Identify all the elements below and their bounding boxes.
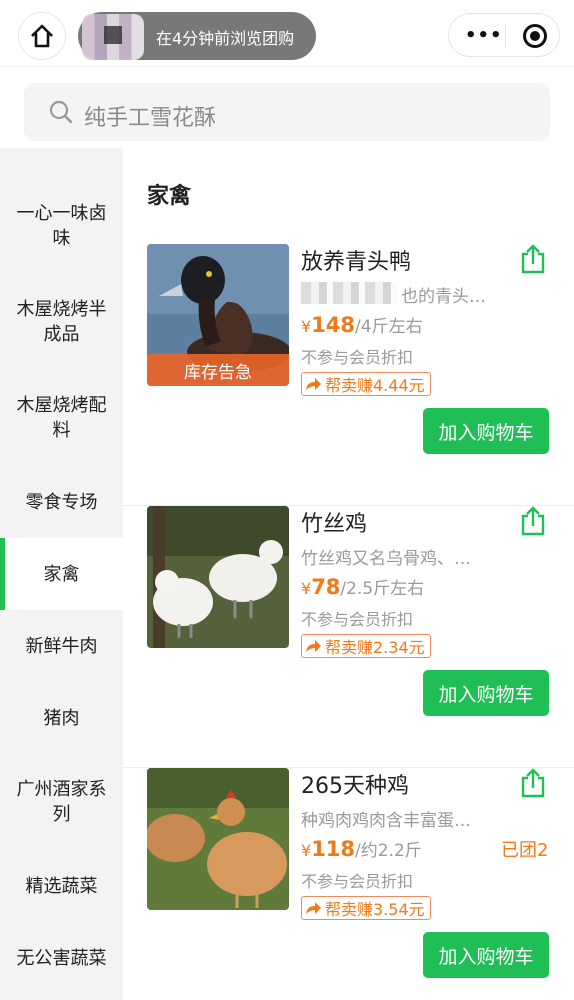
sidebar-item-pork[interactable]: 猪肉 <box>0 682 123 754</box>
sidebar-item-snacks[interactable]: 零食专场 <box>0 466 123 538</box>
mosaic-blur <box>301 282 397 304</box>
share-earn-badge[interactable]: 帮卖赚3.54元 <box>301 896 431 920</box>
search-placeholder: 纯手工雪花酥 <box>84 106 217 131</box>
sidebar-item-vegetables[interactable]: 精选蔬菜 <box>0 850 123 922</box>
product-card[interactable]: 265天种鸡 种鸡肉鸡肉含丰富蛋… ¥118/约2.2斤 已团2 不参与会员折扣… <box>123 768 574 1000</box>
search-icon <box>49 100 73 124</box>
share-arrow-icon <box>306 902 321 914</box>
miniprogram-capsule: ••• <box>448 13 560 57</box>
product-name[interactable]: 竹丝鸡 <box>301 506 367 538</box>
product-name[interactable]: 放养青头鸭 <box>301 244 411 276</box>
add-to-cart-button[interactable]: 加入购物车 <box>423 670 549 716</box>
add-to-cart-button[interactable]: 加入购物车 <box>423 408 549 454</box>
product-price: ¥148/4斤左右 <box>301 313 423 337</box>
target-icon[interactable] <box>523 24 547 48</box>
member-discount-note: 不参与会员折扣 <box>301 872 414 891</box>
product-image-hen[interactable] <box>147 768 289 910</box>
member-discount-note: 不参与会员折扣 <box>301 348 414 367</box>
category-title: 家禽 <box>147 184 192 209</box>
capsule-divider <box>505 25 506 47</box>
share-arrow-icon <box>306 378 321 390</box>
sidebar-item-poultry[interactable]: 家禽 <box>0 538 123 610</box>
product-card[interactable]: 库存告急 放养青头鸭 也的青头… ¥148/4斤左右 不参与会员折扣 帮卖赚4.… <box>123 244 574 506</box>
home-button[interactable] <box>18 12 66 60</box>
add-to-cart-button[interactable]: 加入购物车 <box>423 932 549 978</box>
product-price: ¥118/约2.2斤 <box>301 837 422 861</box>
home-icon <box>31 24 53 48</box>
avatar <box>82 14 144 60</box>
member-discount-note: 不参与会员折扣 <box>301 610 414 629</box>
product-card[interactable]: 竹丝鸡 竹丝鸡又名乌骨鸡、… ¥78/2.5斤左右 不参与会员折扣 帮卖赚2.3… <box>123 506 574 768</box>
share-earn-badge[interactable]: 帮卖赚4.44元 <box>301 372 431 396</box>
product-image-silkie[interactable] <box>147 506 289 648</box>
product-price: ¥78/2.5斤左右 <box>301 575 425 599</box>
sidebar-item-luwei[interactable]: 一心一味卤味 <box>0 178 123 274</box>
group-buy-count: 已团2 <box>501 840 549 861</box>
stock-warning-tag: 库存告急 <box>147 354 289 386</box>
product-list: 家禽 库存告急 放养青头鸭 也的青头… ¥148/4斤左右 不参与会员折扣 帮卖… <box>123 148 574 1000</box>
product-name[interactable]: 265天种鸡 <box>301 768 409 800</box>
share-icon[interactable] <box>519 506 547 536</box>
sidebar-item-organic-veg[interactable]: 无公害蔬菜 <box>0 922 123 994</box>
product-image-duck[interactable]: 库存告急 <box>147 244 289 386</box>
sidebar-item-cut <box>0 148 123 154</box>
sidebar-item-bbq-semi[interactable]: 木屋烧烤半成品 <box>0 274 123 370</box>
sidebar-item-bbq-seasoning[interactable]: 木屋烧烤配料 <box>0 370 123 466</box>
sidebar-item-guangzhou[interactable]: 广州酒家系列 <box>0 754 123 850</box>
sidebar-item-beef[interactable]: 新鲜牛肉 <box>0 610 123 682</box>
more-dots-icon[interactable]: ••• <box>465 27 503 45</box>
search-bar: 纯手工雪花酥 <box>0 66 574 148</box>
share-earn-badge[interactable]: 帮卖赚2.34元 <box>301 634 431 658</box>
share-icon[interactable] <box>519 768 547 798</box>
category-sidebar: 一心一味卤味 木屋烧烤半成品 木屋烧烤配料 零食专场 家禽 新鲜牛肉 猪肉 广州… <box>0 148 123 1000</box>
top-bar: 在4分钟前浏览团购 ••• <box>0 0 574 66</box>
search-input[interactable]: 纯手工雪花酥 <box>24 83 550 141</box>
share-arrow-icon <box>306 640 321 652</box>
notice-text: 在4分钟前浏览团购 <box>156 29 295 48</box>
product-description: 竹丝鸡又名乌骨鸡、… <box>301 549 471 569</box>
product-description: 种鸡肉鸡肉含丰富蛋… <box>301 811 471 831</box>
share-icon[interactable] <box>519 244 547 274</box>
